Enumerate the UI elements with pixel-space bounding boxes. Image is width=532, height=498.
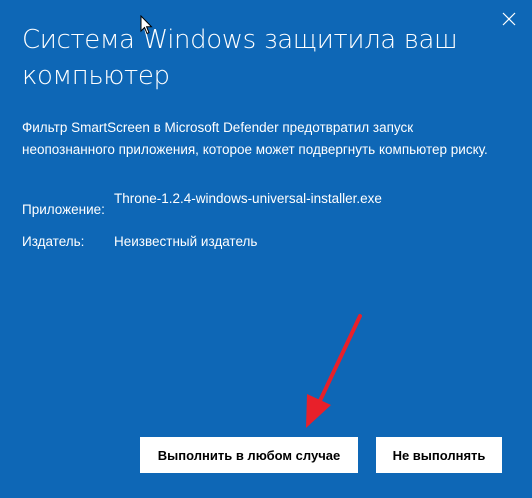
publisher-value: Неизвестный издатель [114,234,258,249]
app-label: Приложение: [22,202,105,217]
publisher-row: Издатель: Неизвестный издатель [22,232,384,252]
mouse-cursor-icon [140,15,153,35]
app-row: Приложение: Throne-1.2.4-windows-univers… [22,189,384,220]
close-button[interactable] [486,0,532,38]
app-info: Приложение: Throne-1.2.4-windows-univers… [22,189,384,264]
app-value: Throne-1.2.4-windows-universal-installer… [114,191,382,206]
publisher-label: Издатель: [22,234,85,249]
close-icon [502,12,516,26]
dialog-description: Фильтр SmartScreen в Microsoft Defender … [22,120,488,157]
run-anyway-button[interactable]: Выполнить в любом случае [140,437,358,473]
dialog-title: Система Windows защитила ваш компьютер [22,25,458,91]
smartscreen-dialog: Система Windows защитила ваш компьютер Ф… [0,0,532,498]
dont-run-button[interactable]: Не выполнять [376,437,502,473]
